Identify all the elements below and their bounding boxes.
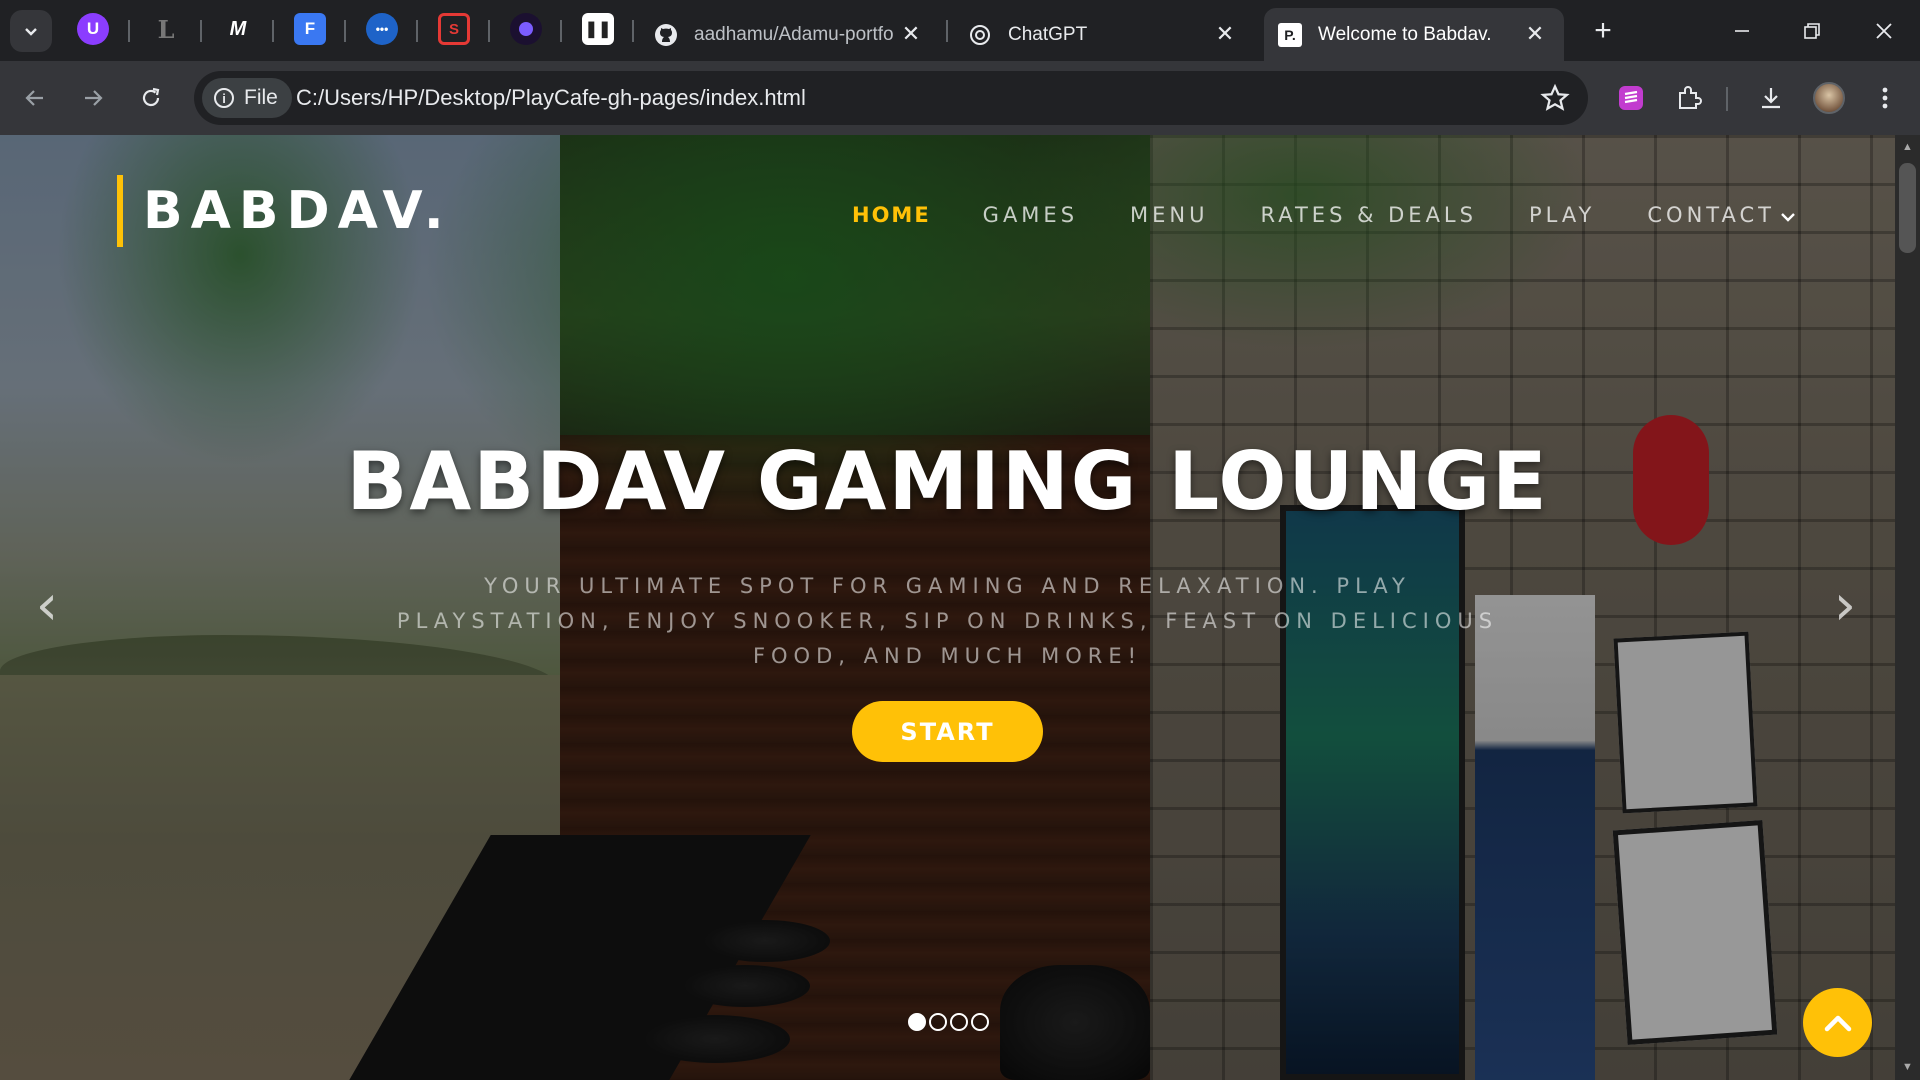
- pinned-tab-m-icon[interactable]: M: [222, 13, 254, 45]
- tab-divider: [946, 20, 948, 42]
- chevron-down-icon: [25, 28, 37, 36]
- chatgpt-icon: [968, 23, 992, 47]
- downloads-icon[interactable]: [1752, 79, 1790, 117]
- github-icon: [654, 23, 678, 47]
- profile-avatar-icon[interactable]: [1810, 79, 1848, 117]
- tab-babdav[interactable]: P. Welcome to Babdav. ✕: [1264, 8, 1564, 61]
- restore-button[interactable]: [1794, 14, 1830, 48]
- scheme-label: File: [244, 86, 278, 109]
- arrow-right-icon: [85, 90, 103, 106]
- tab-search-button[interactable]: [10, 10, 52, 52]
- chevron-down-icon: [1781, 207, 1795, 226]
- page-scrollbar[interactable]: ▲ ▼: [1895, 135, 1920, 1080]
- tab-strip: U L M F ••• S ❚❚ aadhamu/Adamu-portfo ✕ …: [0, 0, 1920, 61]
- close-tab-icon[interactable]: ✕: [1522, 21, 1548, 47]
- tab-chatgpt[interactable]: ChatGPT ✕: [954, 8, 1254, 61]
- nav-menu[interactable]: MENU: [1130, 203, 1208, 227]
- carousel-dot[interactable]: [971, 1013, 989, 1031]
- hero-title: BABDAV GAMING LOUNGE: [346, 435, 1549, 528]
- toolbar-divider: [1726, 87, 1728, 111]
- tab-title: Welcome to Babdav.: [1318, 23, 1492, 45]
- nav-rates-deals[interactable]: RATES & DEALS: [1261, 203, 1477, 227]
- minimize-icon: [1735, 30, 1749, 32]
- reload-icon: [142, 87, 160, 107]
- extension-icon[interactable]: [1612, 79, 1650, 117]
- nav-contact-dropdown[interactable]: CONTACT: [1647, 203, 1795, 227]
- tab-github[interactable]: aadhamu/Adamu-portfo ✕: [640, 8, 940, 61]
- tab-divider: [272, 20, 274, 42]
- back-to-top-button[interactable]: [1803, 988, 1872, 1057]
- pinned-tab-u-icon[interactable]: U: [77, 13, 109, 45]
- tab-divider: [416, 20, 418, 42]
- main-nav: HOME GAMES MENU RATES & DEALS PLAY CONTA…: [852, 203, 1795, 227]
- site-info-chip[interactable]: i File: [202, 78, 292, 118]
- carousel-next-arrow-icon[interactable]: ›: [1820, 573, 1870, 638]
- scrollbar-thumb[interactable]: [1899, 163, 1916, 253]
- site-logo[interactable]: BABDAV.: [117, 175, 452, 247]
- tab-divider: [560, 20, 562, 42]
- carousel-dot[interactable]: [950, 1013, 968, 1031]
- pinned-tab-pause-icon[interactable]: ❚❚: [582, 13, 614, 45]
- carousel-prev-arrow-icon[interactable]: ‹: [22, 573, 72, 638]
- tab-title: aadhamu/Adamu-portfo: [694, 23, 894, 45]
- carousel-indicators: [908, 1013, 989, 1031]
- arrow-left-icon: [25, 90, 43, 106]
- site-favicon: P.: [1278, 22, 1302, 47]
- close-tab-icon[interactable]: ✕: [1212, 21, 1238, 47]
- nav-play[interactable]: PLAY: [1529, 203, 1595, 227]
- carousel-dot[interactable]: [929, 1013, 947, 1031]
- hero-subtitle: YOUR ULTIMATE SPOT FOR GAMING AND RELAXA…: [396, 574, 1499, 668]
- tab-divider: [344, 20, 346, 42]
- tab-divider: [632, 20, 634, 42]
- close-tab-icon[interactable]: ✕: [898, 21, 924, 47]
- extensions-puzzle-icon[interactable]: [1670, 79, 1708, 117]
- minimize-button[interactable]: [1724, 14, 1760, 48]
- pinned-tab-f-icon[interactable]: F: [294, 13, 326, 45]
- nav-games[interactable]: GAMES: [983, 203, 1078, 227]
- scroll-up-icon[interactable]: ▲: [1901, 141, 1914, 154]
- tab-divider: [200, 20, 202, 42]
- pinned-tab-chat-icon[interactable]: •••: [366, 13, 398, 45]
- browser-toolbar: i File C:/Users/HP/Desktop/PlayCafe-gh-p…: [0, 61, 1920, 135]
- pinned-tab-orb-icon[interactable]: [510, 13, 542, 45]
- carousel-dot[interactable]: [908, 1013, 926, 1031]
- nav-home[interactable]: HOME: [852, 203, 931, 227]
- tab-divider: [128, 20, 130, 42]
- reload-button[interactable]: [132, 79, 170, 117]
- scroll-down-icon[interactable]: ▼: [1901, 1061, 1914, 1074]
- tab-title: ChatGPT: [1008, 23, 1088, 45]
- browser-menu-icon[interactable]: [1866, 79, 1904, 117]
- close-icon: [1876, 23, 1892, 39]
- pinned-tab-l-icon[interactable]: L: [150, 13, 182, 45]
- url-text[interactable]: C:/Users/HP/Desktop/PlayCafe-gh-pages/in…: [296, 85, 806, 111]
- close-window-button[interactable]: [1866, 14, 1902, 48]
- forward-button[interactable]: [74, 79, 112, 117]
- back-button[interactable]: [16, 79, 54, 117]
- pinned-tab-s-icon[interactable]: S: [438, 13, 470, 45]
- page-viewport: BABDAV. HOME GAMES MENU RATES & DEALS PL…: [0, 135, 1895, 1080]
- restore-icon: [1804, 23, 1820, 39]
- address-bar[interactable]: i File C:/Users/HP/Desktop/PlayCafe-gh-p…: [194, 71, 1588, 125]
- nav-contact-label: CONTACT: [1647, 203, 1775, 227]
- bookmark-star-icon[interactable]: [1540, 83, 1570, 113]
- tab-divider: [488, 20, 490, 42]
- chevron-up-icon: [1824, 1015, 1851, 1031]
- info-icon: i: [214, 88, 234, 108]
- new-tab-button[interactable]: +: [1586, 14, 1620, 48]
- start-button[interactable]: START: [852, 701, 1043, 762]
